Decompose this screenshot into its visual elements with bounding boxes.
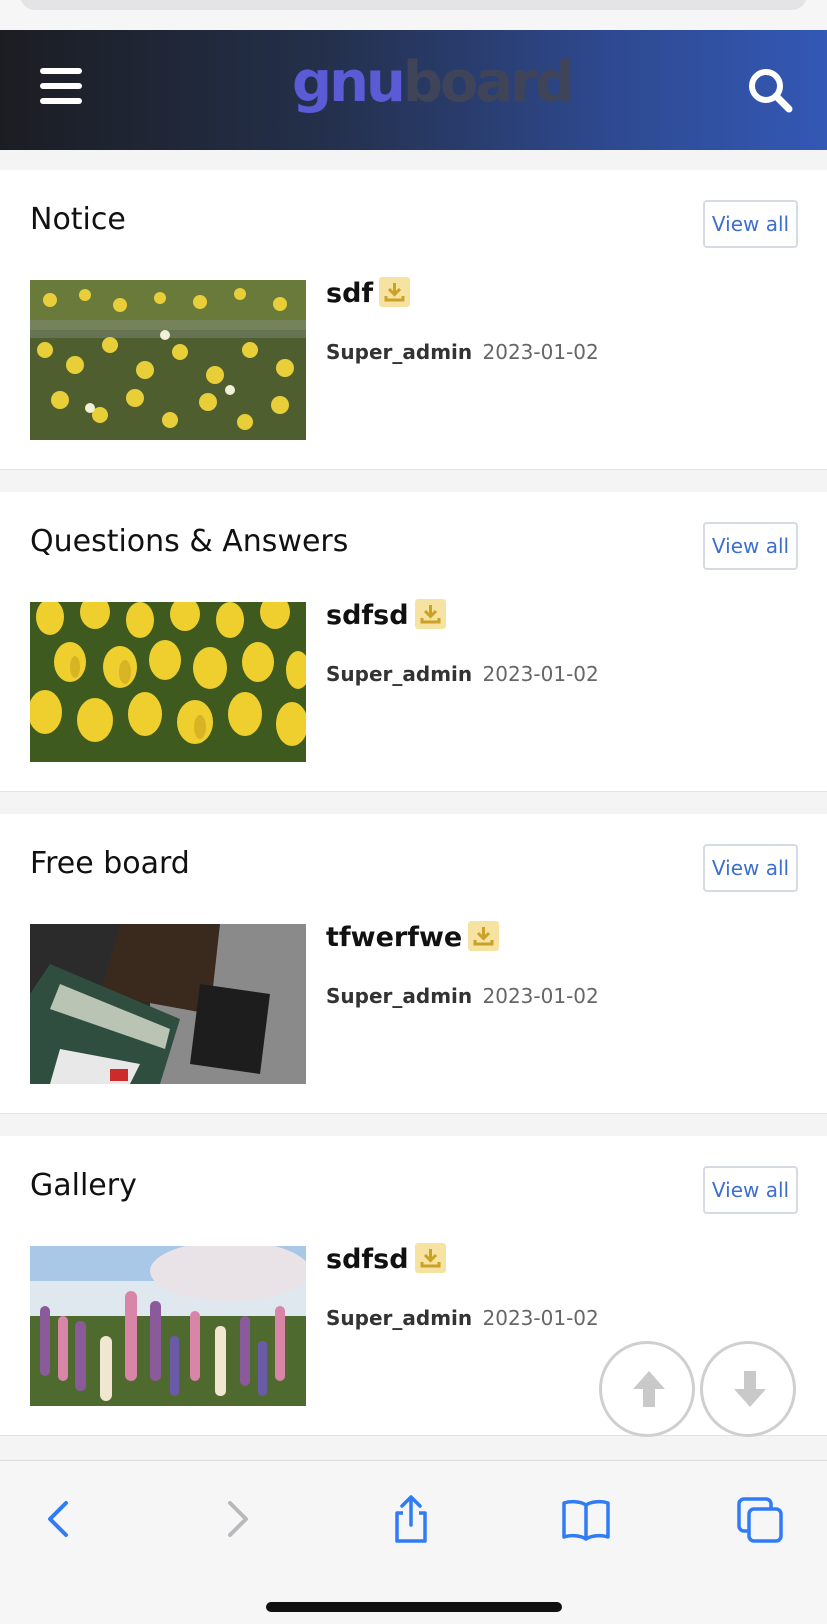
section-title: Questions & Answers xyxy=(30,524,349,559)
share-icon[interactable] xyxy=(383,1491,439,1547)
section-title: Notice xyxy=(30,202,126,237)
tabs-icon[interactable] xyxy=(733,1491,789,1547)
view-all-button[interactable]: View all xyxy=(703,1166,798,1214)
browser-address-area xyxy=(0,0,827,30)
search-icon[interactable] xyxy=(746,66,794,114)
post-meta: Super_admin 2023-01-02 xyxy=(326,984,599,1008)
logo-part1: gnu xyxy=(292,50,406,115)
post-author: Super_admin xyxy=(326,662,473,686)
book-icon[interactable] xyxy=(558,1491,614,1547)
board-section-notice: Notice View all sdf Super_admin 2023-01-… xyxy=(0,170,827,470)
section-title: Free board xyxy=(30,846,190,881)
post-author: Super_admin xyxy=(326,1306,473,1330)
post-title-link[interactable]: sdfsd xyxy=(326,598,446,632)
post-thumbnail[interactable] xyxy=(30,602,306,762)
board-section-free-board: Free board View all tfwerfwe Super_admin… xyxy=(0,814,827,1114)
post-title: tfwerfwe xyxy=(326,922,463,953)
address-bar[interactable] xyxy=(20,0,807,10)
post-date: 2023-01-02 xyxy=(482,984,599,1008)
post-title: sdfsd xyxy=(326,1244,409,1275)
post-thumbnail[interactable] xyxy=(30,280,306,440)
post-author: Super_admin xyxy=(326,340,473,364)
post-title-link[interactable]: sdf xyxy=(326,276,411,310)
download-icon xyxy=(379,276,411,307)
chevron-right-icon[interactable] xyxy=(208,1491,264,1547)
post-title: sdf xyxy=(326,278,374,309)
scroll-top-button[interactable] xyxy=(599,1341,695,1437)
post-thumbnail[interactable] xyxy=(30,1246,306,1406)
post-author: Super_admin xyxy=(326,984,473,1008)
arrow-up-icon xyxy=(633,1371,665,1407)
arrow-down-icon xyxy=(734,1371,766,1407)
view-all-button[interactable]: View all xyxy=(703,200,798,248)
home-indicator xyxy=(266,1602,562,1612)
board-section-qa: Questions & Answers View all sdfsd Super… xyxy=(0,492,827,792)
post-date: 2023-01-02 xyxy=(482,662,599,686)
post-title: sdfsd xyxy=(326,600,409,631)
post-title-link[interactable]: sdfsd xyxy=(326,1242,446,1276)
download-icon xyxy=(414,1242,446,1273)
view-all-button[interactable]: View all xyxy=(703,522,798,570)
chevron-left-icon[interactable] xyxy=(32,1491,88,1547)
post-meta: Super_admin 2023-01-02 xyxy=(326,340,599,364)
scroll-bottom-button[interactable] xyxy=(700,1341,796,1437)
view-all-button[interactable]: View all xyxy=(703,844,798,892)
hamburger-menu-icon[interactable] xyxy=(40,68,82,104)
post-title-link[interactable]: tfwerfwe xyxy=(326,920,500,954)
post-date: 2023-01-02 xyxy=(482,1306,599,1330)
section-title: Gallery xyxy=(30,1168,137,1203)
post-meta: Super_admin 2023-01-02 xyxy=(326,1306,599,1330)
site-header: gnuboard xyxy=(0,30,827,150)
site-logo[interactable]: gnuboard xyxy=(292,48,575,118)
download-icon xyxy=(414,598,446,629)
post-meta: Super_admin 2023-01-02 xyxy=(326,662,599,686)
browser-toolbar xyxy=(0,1460,827,1624)
download-icon xyxy=(468,920,500,951)
logo-part2: board xyxy=(402,50,575,115)
post-date: 2023-01-02 xyxy=(482,340,599,364)
post-thumbnail[interactable] xyxy=(30,924,306,1084)
